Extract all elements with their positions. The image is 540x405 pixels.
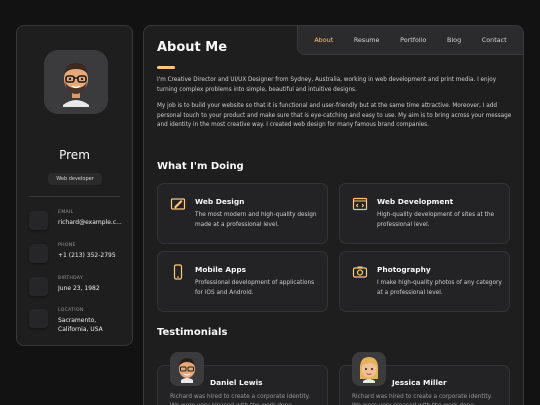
phone-link[interactable]: +1 (213) 352-2795	[58, 251, 130, 260]
job-title-badge: Web developer	[48, 173, 102, 185]
phone-icon	[29, 244, 48, 263]
testimonials-heading: Testimonials	[157, 327, 228, 338]
calendar-icon	[29, 277, 48, 296]
top-navbar: About Resume Portfolio Blog Contact	[297, 26, 523, 55]
location-value: Sacramento, California, USA	[58, 317, 103, 333]
testimonial-card[interactable]: Jessica Miller Richard was hired to crea…	[339, 352, 510, 405]
service-card-mobile-apps: Mobile Apps Professional development of …	[157, 251, 328, 312]
nav-blog[interactable]: Blog	[447, 36, 461, 44]
sidebar-divider	[29, 196, 120, 197]
main-content: About Resume Portfolio Blog Contact Abou…	[143, 25, 524, 405]
profile-name: Prem	[59, 148, 90, 162]
service-title: Photography	[377, 265, 431, 274]
service-card-web-design: Web Design The most modern and high-qual…	[157, 183, 328, 244]
service-title: Web Design	[195, 197, 245, 206]
location-icon	[29, 309, 48, 328]
email-link[interactable]: richard@example.c...	[58, 218, 130, 227]
service-card-web-development: Web Development High-quality development…	[339, 183, 510, 244]
contact-label: BIRTHDAY	[58, 276, 84, 281]
memoji-man-icon	[179, 358, 195, 383]
testimonial-text: Richard was hired to create a corporate …	[352, 394, 493, 405]
services-heading: What I'm Doing	[157, 161, 244, 172]
contact-location: LOCATION Sacramento, California, USA	[29, 307, 129, 343]
nav-contact[interactable]: Contact	[482, 36, 507, 44]
contact-label: PHONE	[58, 243, 76, 248]
contact-email: EMAIL richard@example.c...	[29, 209, 129, 239]
testimonial-card[interactable]: Daniel Lewis Richard was hired to create…	[157, 352, 328, 405]
about-paragraph-2: My job is to build your website so that …	[157, 103, 512, 128]
about-paragraph-1: I'm Creative Director and UI/UX Designer…	[157, 77, 497, 93]
mail-icon	[29, 211, 48, 230]
profile-sidebar: Prem Web developer EMAIL richard@example…	[16, 25, 133, 346]
code-icon	[352, 197, 368, 211]
testimonial-author: Daniel Lewis	[210, 378, 263, 387]
contact-birthday: BIRTHDAY June 23, 1982	[29, 275, 129, 305]
service-title: Web Development	[377, 197, 454, 206]
contact-phone: PHONE +1 (213) 352-2795	[29, 242, 129, 272]
avatar-memoji-icon	[63, 63, 89, 107]
testimonial-text: Richard was hired to create a corporate …	[170, 394, 311, 405]
contact-label: LOCATION	[58, 308, 84, 313]
contact-label: EMAIL	[58, 210, 74, 215]
testimonial-avatar	[352, 352, 386, 386]
nav-portfolio[interactable]: Portfolio	[400, 36, 426, 44]
title-underline	[157, 66, 175, 69]
service-description: I make high-quality photos of any catego…	[377, 280, 502, 296]
service-description: The most modern and high-quality design …	[195, 212, 317, 228]
service-description: Professional development of applications…	[195, 280, 315, 296]
service-description: High-quality development of sites at the…	[377, 212, 495, 228]
birthday-value: June 23, 1982	[58, 285, 100, 292]
page-title: About Me	[157, 40, 228, 55]
service-card-photography: Photography I make high-quality photos o…	[339, 251, 510, 312]
memoji-woman-icon	[359, 357, 379, 383]
mobile-icon	[173, 264, 183, 280]
camera-icon	[352, 266, 368, 278]
service-title: Mobile Apps	[195, 265, 247, 274]
design-icon	[170, 198, 186, 210]
testimonial-author: Jessica Miller	[392, 378, 447, 387]
avatar	[44, 50, 108, 114]
testimonial-avatar	[170, 352, 204, 386]
nav-resume[interactable]: Resume	[354, 36, 380, 44]
nav-about[interactable]: About	[314, 36, 333, 44]
